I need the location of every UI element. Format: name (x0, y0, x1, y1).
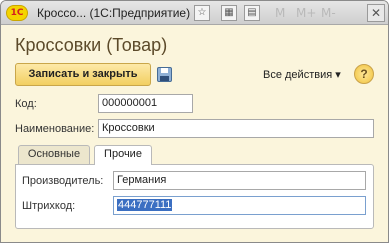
title-bar: 1С Кроссо... (1С:Предприятие) ☆ ▦ ▤ M M+… (1, 1, 388, 25)
barcode-selected-text: 444777111 (117, 199, 173, 211)
favorites-star-icon[interactable]: ☆ (194, 5, 210, 21)
close-button[interactable]: ✕ (367, 4, 385, 22)
manufacturer-field[interactable]: Германия (113, 171, 366, 190)
all-actions-menu[interactable]: Все действия ▾ (263, 68, 341, 81)
window-title: Кроссо... (1С:Предприятие) (37, 6, 191, 20)
form-title: Кроссовки (Товар) (15, 35, 168, 55)
barcode-label: Штрихкод: (22, 200, 76, 212)
app-logo-icon: 1С (6, 5, 28, 21)
name-label: Наименование: (15, 123, 95, 135)
calendar-icon[interactable]: ▤ (244, 5, 260, 21)
code-field[interactable]: 000000001 (98, 94, 193, 113)
save-and-close-button[interactable]: Записать и закрыть (15, 63, 151, 86)
help-button[interactable]: ? (354, 64, 374, 84)
code-label: Код: (15, 98, 37, 110)
app-window: 1С Кроссо... (1С:Предприятие) ☆ ▦ ▤ M M+… (0, 0, 389, 243)
memory-minus-button[interactable]: M- (321, 6, 336, 20)
name-field[interactable]: Кроссовки (98, 119, 374, 138)
calculator-icon[interactable]: ▦ (221, 5, 237, 21)
memory-m-button[interactable]: M (275, 6, 285, 20)
barcode-field[interactable]: 444777111 (113, 196, 366, 215)
memory-plus-button[interactable]: M+ (296, 6, 316, 20)
save-icon[interactable] (157, 67, 172, 82)
manufacturer-label: Производитель: (22, 175, 104, 187)
tab-other[interactable]: Прочие (94, 145, 152, 165)
tab-main[interactable]: Основные (18, 145, 90, 164)
